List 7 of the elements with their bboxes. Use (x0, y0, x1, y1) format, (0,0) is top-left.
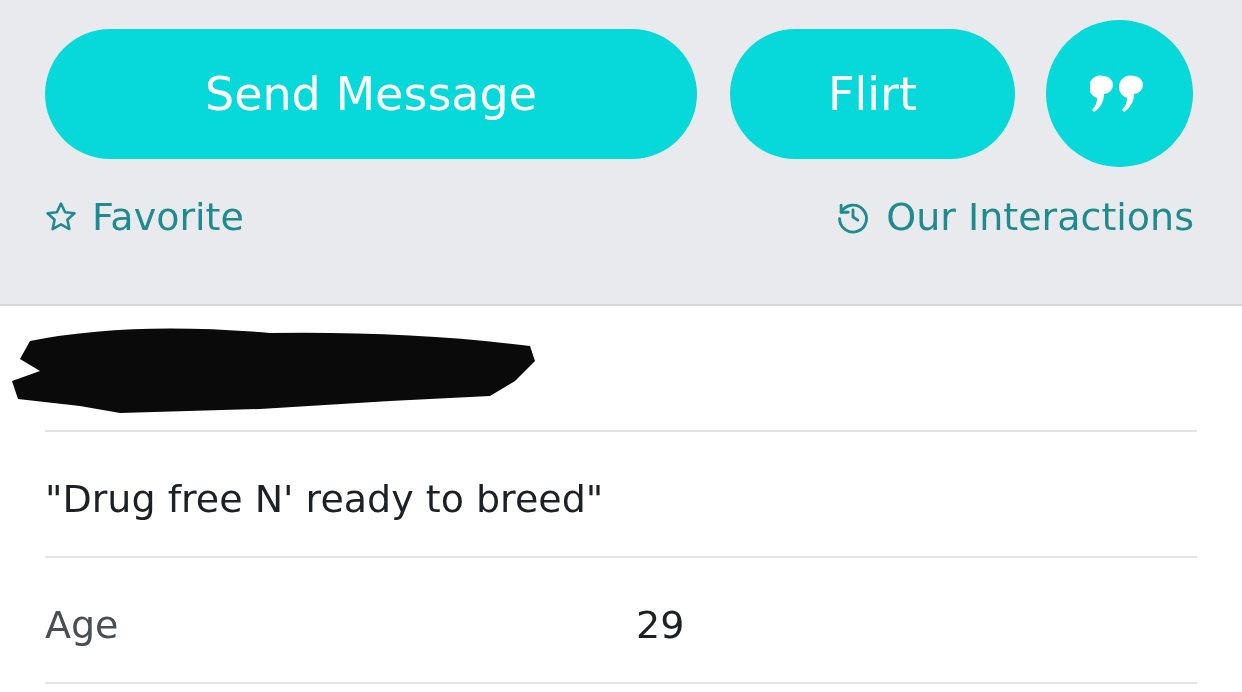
send-message-button[interactable]: Send Message (45, 28, 697, 159)
detail-value: 29 (636, 602, 685, 647)
profile-tagline: "Drug free N' ready to breed" (45, 432, 1197, 558)
favorite-link[interactable]: Favorite (92, 195, 244, 239)
flirt-button[interactable]: Flirt (730, 28, 1015, 159)
detail-label: Age (45, 602, 120, 647)
interactions-link[interactable]: Our Interactions (886, 195, 1194, 239)
